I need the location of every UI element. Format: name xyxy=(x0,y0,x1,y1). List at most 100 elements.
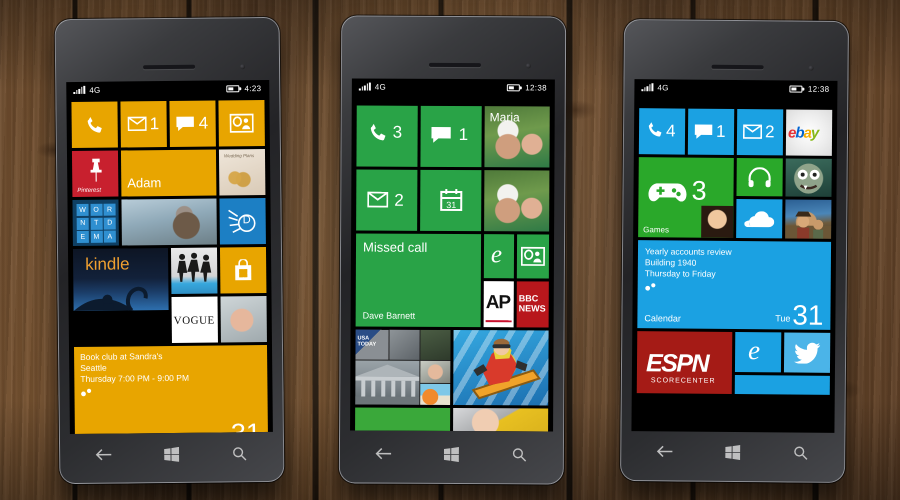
tile-plants-vs-zombies[interactable] xyxy=(785,158,832,197)
tile-email[interactable]: 1 xyxy=(120,101,167,148)
tile-photo-girl[interactable] xyxy=(220,295,267,343)
mosaic-cell xyxy=(420,383,451,405)
tile-fitness-photo[interactable] xyxy=(170,247,218,294)
tile-count: 3 xyxy=(691,175,707,206)
tile-contact-maria[interactable]: Maria xyxy=(484,106,550,168)
espn-logo: ESPN xyxy=(645,349,709,378)
tile-music[interactable] xyxy=(736,158,783,197)
tile-missed-call[interactable]: Missed call Dave Barnett xyxy=(355,233,482,328)
gamer-avatar xyxy=(701,205,734,238)
tile-photo-man[interactable] xyxy=(121,198,217,246)
tile-glyph-letter: D xyxy=(242,214,251,227)
search-button[interactable] xyxy=(789,441,811,463)
tile-store[interactable] xyxy=(219,246,267,294)
tile-label: Wedding Plans xyxy=(223,153,255,159)
tile-count: 3 xyxy=(392,122,403,142)
front-camera-icon xyxy=(525,63,531,69)
tile-title: Maria xyxy=(489,110,520,125)
nav-bar xyxy=(350,432,553,475)
fitness-figures xyxy=(177,252,212,282)
handset-icon xyxy=(648,122,662,137)
phone-left[interactable]: 4G 4:23 1 4 Pinterest Adam Wedding Plans… xyxy=(54,16,285,485)
front-camera-icon xyxy=(240,64,246,70)
tile-messaging[interactable]: 1 xyxy=(687,108,735,155)
screenshot-stage: 4G 4:23 1 4 Pinterest Adam Wedding Plans… xyxy=(0,0,900,500)
tile-vogue[interactable]: VOGUE xyxy=(171,296,218,343)
tile-bbc-news[interactable]: BBC NEWS xyxy=(516,281,549,328)
handset-icon xyxy=(87,117,102,133)
tile-phone[interactable] xyxy=(71,101,118,149)
search-button[interactable] xyxy=(228,442,250,464)
phone-screen[interactable]: 4G 12:38 4 1 2 ebay 3 Games Yearly accou… xyxy=(631,79,838,433)
phone-right[interactable]: 4G 12:38 4 1 2 ebay 3 Games Yearly accou… xyxy=(619,19,850,483)
kindle-art xyxy=(73,286,148,312)
calendar-daynum: 31 xyxy=(792,299,824,330)
tile-calendar[interactable]: Yearly accounts review Building 1940 Thu… xyxy=(637,240,832,330)
calendar-line-2: Building 1940 xyxy=(644,257,697,268)
tile-snowboard-game[interactable] xyxy=(453,330,549,406)
calendar-line-1: Yearly accounts review xyxy=(644,246,732,257)
tile-games[interactable]: 3 Games xyxy=(638,157,734,238)
tile-label: VOGUE xyxy=(173,314,215,327)
tile-phone[interactable]: 3 xyxy=(356,105,418,167)
tile-green[interactable] xyxy=(355,407,451,432)
status-bar: 4G 12:38 xyxy=(634,79,837,97)
tile-espn-scorecenter[interactable]: ESPN SCORECENTER xyxy=(636,331,733,394)
network-label: 4G xyxy=(89,85,101,95)
tile-people-outlook[interactable] xyxy=(516,234,550,279)
tile-pinterest[interactable]: Pinterest xyxy=(71,150,119,198)
tile-contact-maria-photo[interactable] xyxy=(484,170,550,232)
tile-pirate-game[interactable] xyxy=(785,199,832,239)
tile-blue[interactable] xyxy=(734,375,830,395)
tile-ebay[interactable]: ebay xyxy=(785,109,833,156)
tile-ap-news[interactable]: AP xyxy=(483,281,514,328)
start-button[interactable] xyxy=(440,443,462,465)
nav-bar xyxy=(70,432,273,476)
phone-screen[interactable]: 4G 4:23 1 4 Pinterest Adam Wedding Plans… xyxy=(66,79,273,435)
tile-people-outlook[interactable] xyxy=(218,99,265,147)
tile-kindle[interactable]: kindle xyxy=(72,248,169,312)
ie-icon: e xyxy=(490,241,503,269)
tile-calendar[interactable]: Book club at Sandra's Seattle Thursday 7… xyxy=(74,344,268,435)
start-button[interactable] xyxy=(722,441,744,463)
search-button[interactable] xyxy=(508,443,530,465)
earpiece xyxy=(428,62,481,68)
tile-dictionary[interactable]: D xyxy=(219,197,266,245)
tile-messaging[interactable]: 1 xyxy=(420,105,482,168)
phone-screen[interactable]: 4G 12:38 3 1 Maria 2 31 Missed call Dave… xyxy=(350,78,555,432)
speech-bubble-icon xyxy=(694,124,713,139)
people-indicator-icon xyxy=(81,388,92,397)
tile-internet-explorer[interactable]: e xyxy=(734,332,782,373)
tile-skydrive[interactable] xyxy=(736,199,783,239)
start-button[interactable] xyxy=(161,443,183,465)
tile-contact-adam[interactable]: Adam xyxy=(120,149,217,197)
tile-email[interactable]: 2 xyxy=(736,109,784,156)
zombie-art xyxy=(794,163,823,194)
clock-label: 12:38 xyxy=(807,84,830,94)
tile-twitter[interactable] xyxy=(783,332,831,373)
tile-grid: 4 1 2 ebay 3 Games Yearly accounts revie… xyxy=(631,96,837,433)
tile-internet-explorer[interactable]: e xyxy=(483,234,515,279)
tile-wedding-photo[interactable]: Wedding Plans xyxy=(218,148,266,196)
bbc-logo: BBC NEWS xyxy=(518,293,546,314)
tile-photo-mosaic[interactable]: USA TODAY xyxy=(355,329,451,405)
back-button[interactable] xyxy=(93,444,115,466)
clock-label: 12:38 xyxy=(525,82,547,92)
outlook-icon xyxy=(520,246,546,266)
calendar-dayname: Tue xyxy=(775,313,791,324)
network-label: 4G xyxy=(657,82,669,92)
tile-email[interactable]: 2 xyxy=(356,169,418,231)
pirate-art xyxy=(785,211,832,239)
tile-photo-baby[interactable] xyxy=(453,408,549,432)
phone-center[interactable]: 4G 12:38 3 1 Maria 2 31 Missed call Dave… xyxy=(338,15,567,485)
back-button[interactable] xyxy=(654,440,676,462)
tile-messaging[interactable]: 4 xyxy=(169,100,216,147)
tile-phone[interactable]: 4 xyxy=(638,108,686,155)
back-button[interactable] xyxy=(373,443,395,465)
outlook-icon xyxy=(229,113,254,133)
speech-bubble-icon xyxy=(431,127,451,143)
snowboarder-art xyxy=(471,338,541,400)
tile-wordament[interactable]: W O R N T D E M A xyxy=(72,199,119,247)
tile-calendar-small[interactable]: 31 xyxy=(420,169,482,232)
headphones-icon xyxy=(748,167,771,188)
